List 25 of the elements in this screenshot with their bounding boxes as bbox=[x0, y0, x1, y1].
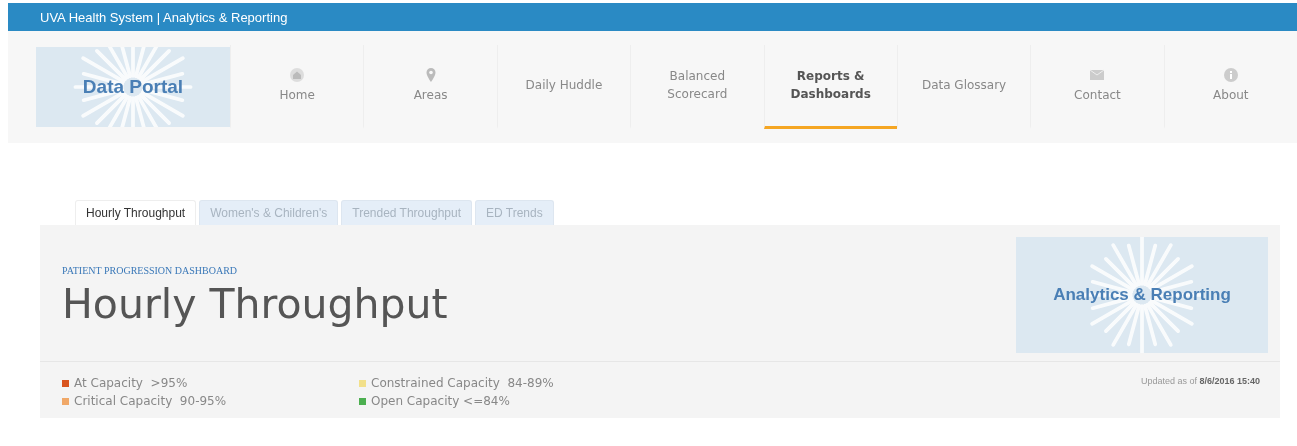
logo-text: Data Portal bbox=[82, 76, 184, 98]
dashboard-kicker: PATIENT PROGRESSION DASHBOARD bbox=[62, 265, 239, 276]
site-title: UVA Health System | Analytics & Reporting bbox=[40, 9, 288, 25]
nav-link[interactable]: About bbox=[1163, 45, 1297, 129]
tab[interactable]: ED Trends bbox=[475, 200, 554, 225]
nav-link[interactable]: Contact bbox=[1030, 45, 1164, 129]
info-icon bbox=[1222, 66, 1239, 83]
tab[interactable]: Hourly Throughput bbox=[75, 200, 197, 225]
nav-link[interactable]: Reports & Dashboards bbox=[763, 45, 897, 129]
legend-label: At Capacity >95% bbox=[74, 376, 188, 390]
tab[interactable]: Women's & Children's bbox=[199, 200, 339, 225]
nav-link[interactable]: Home bbox=[230, 45, 364, 129]
legend-label: Critical Capacity 90-95% bbox=[74, 394, 227, 408]
dashboard-title: Hourly Throughput bbox=[62, 280, 448, 328]
updated-timestamp: Updated as of 8/6/2016 15:40 bbox=[1140, 376, 1260, 388]
legend-label: Constrained Capacity 84-89% bbox=[371, 376, 554, 390]
tab[interactable]: Trended Throughput bbox=[341, 200, 472, 225]
logo-text: Analytics & Reporting bbox=[1053, 285, 1231, 305]
home-icon bbox=[289, 66, 306, 83]
nav-link[interactable]: Data Glossary bbox=[896, 45, 1031, 129]
nav-link[interactable]: Areas bbox=[363, 45, 497, 129]
nav-link[interactable]: Balanced Scorecard bbox=[630, 45, 764, 129]
portal-logo[interactable]: Data Portal bbox=[36, 47, 230, 127]
nav-link[interactable]: Daily Huddle bbox=[496, 45, 631, 129]
legend-label: Open Capacity <=84% bbox=[371, 394, 510, 408]
